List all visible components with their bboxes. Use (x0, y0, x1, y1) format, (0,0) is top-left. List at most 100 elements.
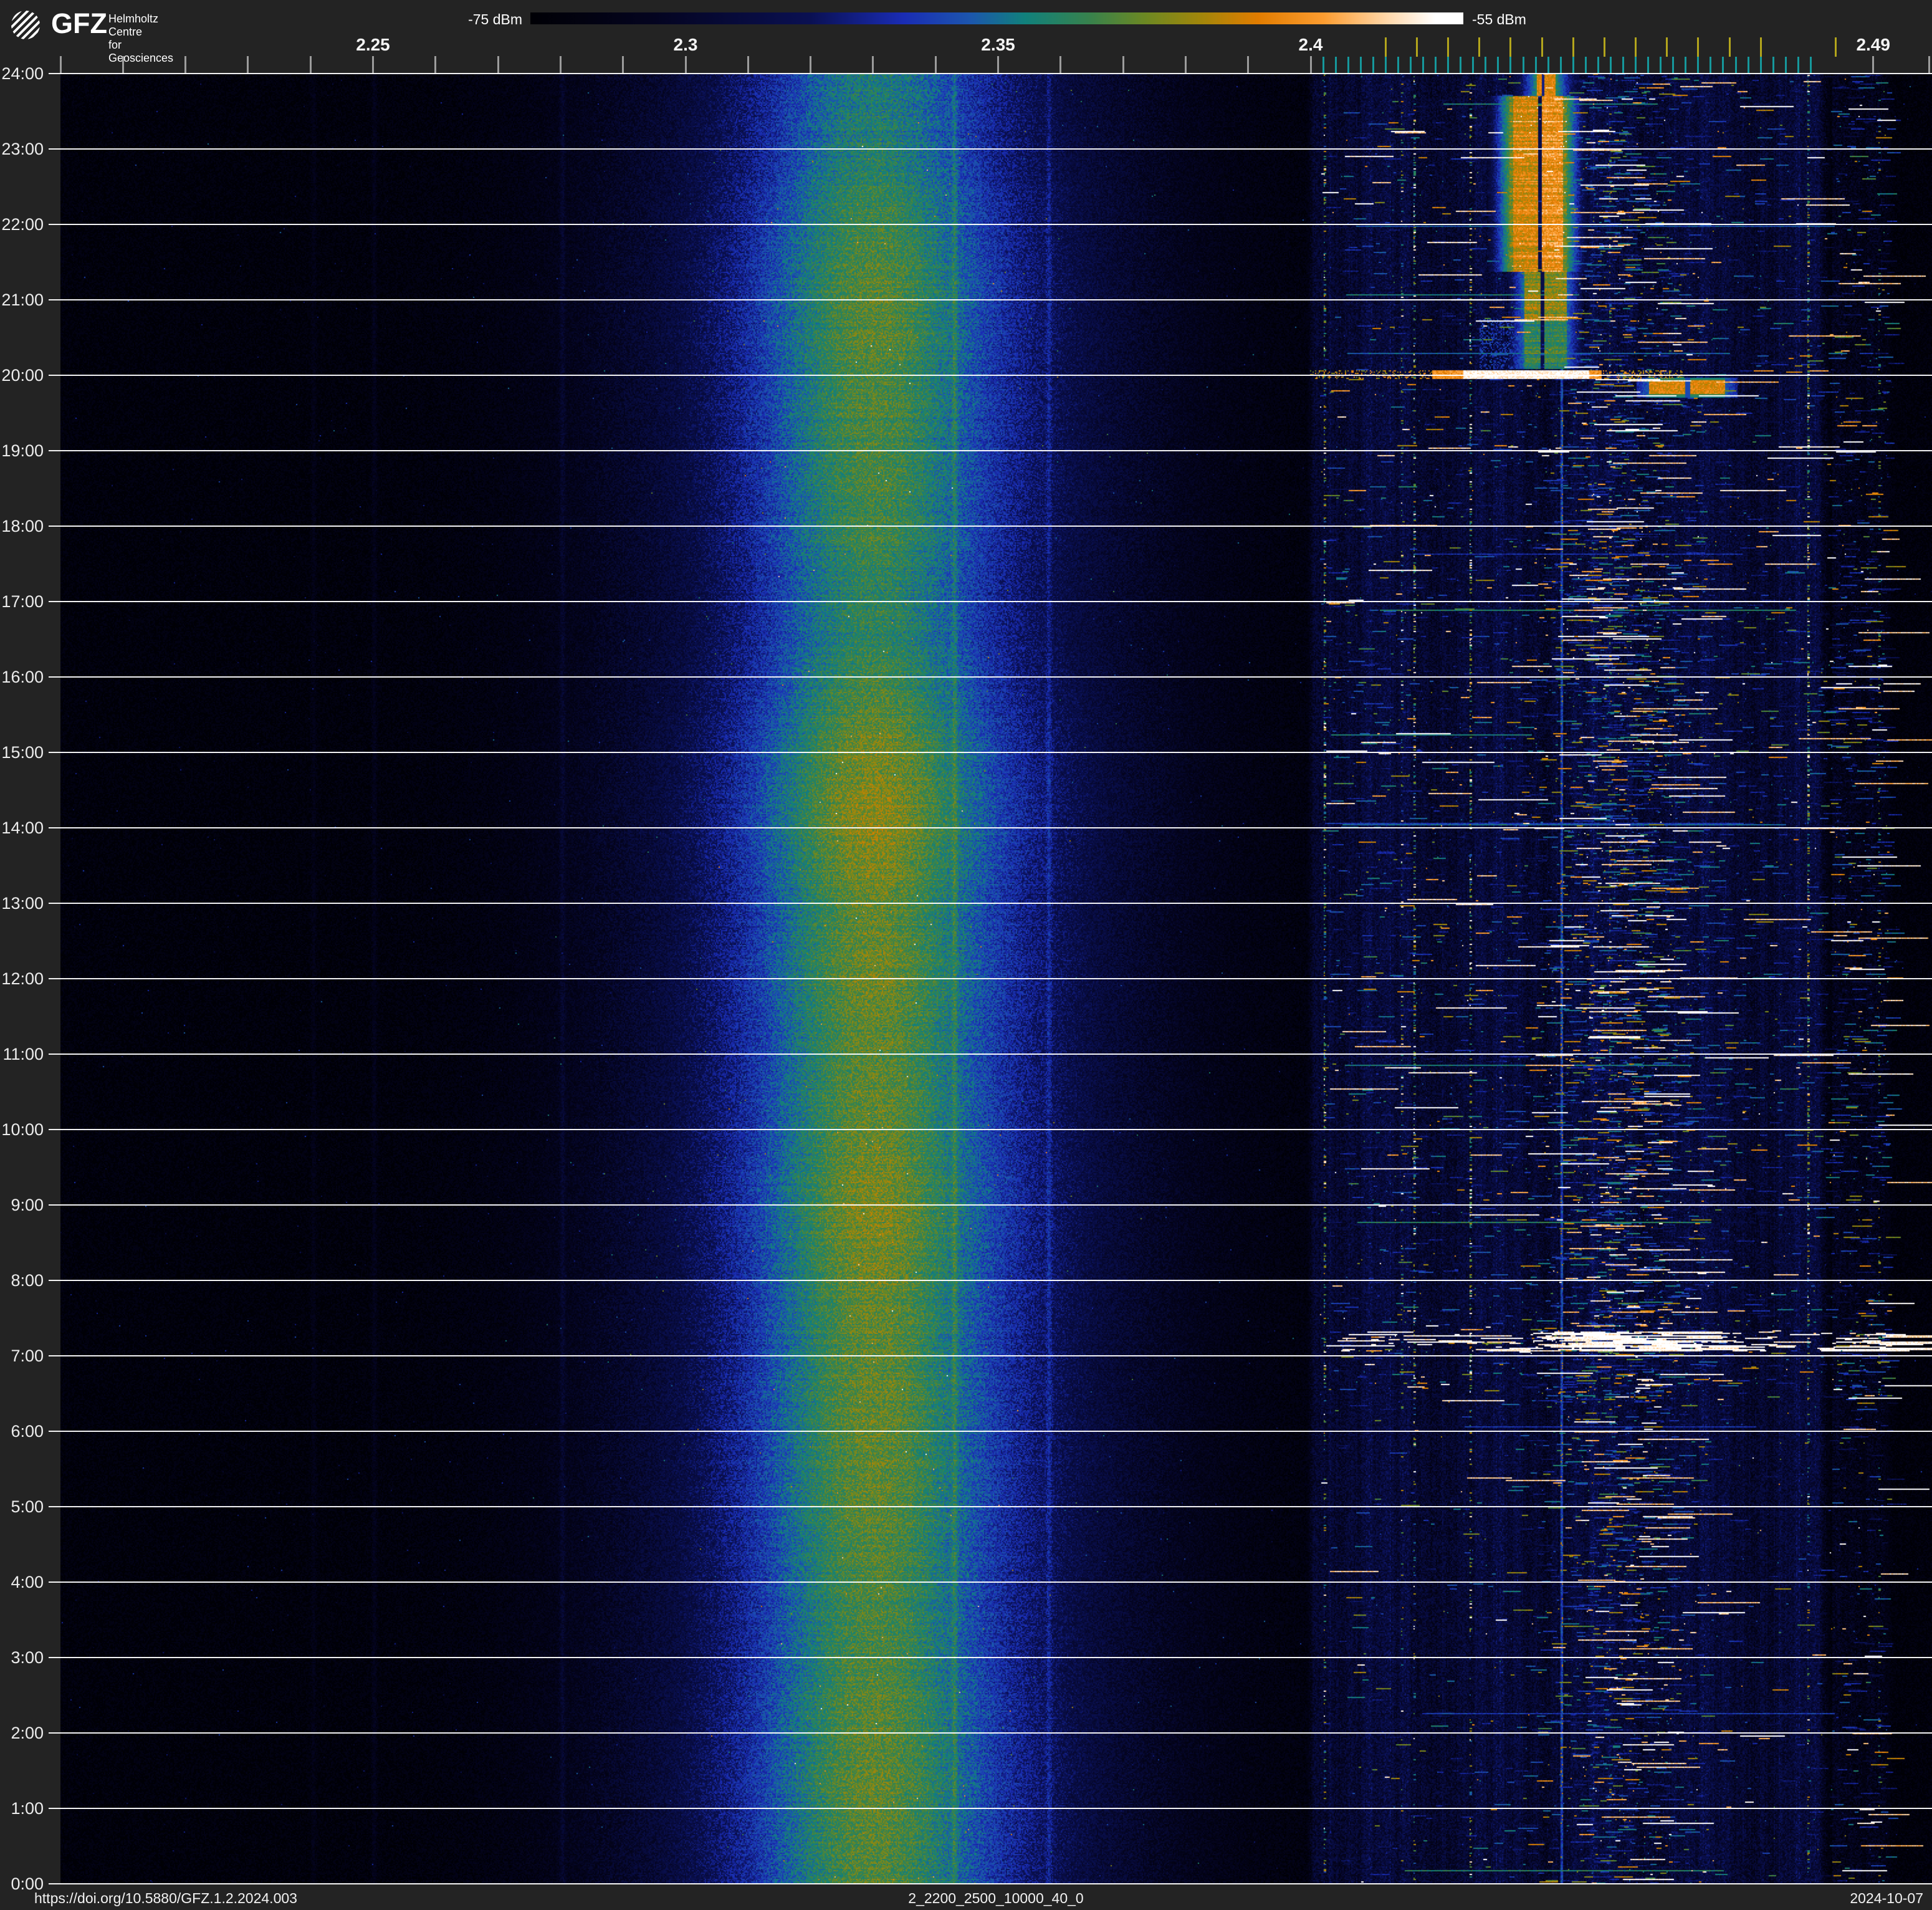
wifi-channel-tick (1728, 37, 1731, 57)
ble-channel-tick (1722, 57, 1724, 74)
ble-channel-tick (1697, 57, 1700, 74)
freq-minor-tick (497, 56, 499, 74)
wifi-channel-tick (1509, 37, 1512, 57)
time-axis-label: 7:00 (11, 1346, 44, 1365)
time-axis-label: 13:00 (1, 894, 44, 913)
ble-channel-tick (1384, 57, 1387, 74)
doi-text: https://doi.org/10.5880/GFZ.1.2.2024.003 (34, 1890, 297, 1906)
ble-channel-tick (1522, 57, 1524, 74)
wifi-channel-tick (1384, 37, 1387, 57)
spectrogram-canvas (60, 74, 1932, 1884)
time-axis-label: 20:00 (1, 366, 44, 385)
ble-channel-tick (1660, 57, 1662, 74)
ble-channel-tick (1647, 57, 1650, 74)
ble-channel-tick (1397, 57, 1399, 74)
freq-axis-label: 2.3 (673, 35, 698, 54)
ble-channel-tick (1597, 57, 1599, 74)
ble-channel-tick (1747, 57, 1749, 74)
freq-minor-tick (1928, 56, 1931, 74)
freq-axis-label: 2.35 (981, 35, 1015, 54)
spectrogram-page: GFZ Helmholtz Centre for Geosciences -75… (0, 0, 1932, 1910)
ble-channel-tick (1472, 57, 1475, 74)
freq-minor-tick (810, 56, 812, 74)
ble-channel-tick (1372, 57, 1374, 74)
freq-minor-tick (184, 56, 187, 74)
time-axis-label: 8:00 (11, 1271, 44, 1290)
time-axis-label: 11:00 (2, 1045, 44, 1063)
freq-minor-tick (434, 56, 437, 74)
wifi-channel-tick (1447, 37, 1450, 57)
ble-channel-tick (1322, 57, 1324, 74)
time-axis-label: 1:00 (11, 1799, 44, 1818)
freq-minor-tick (1059, 56, 1062, 74)
time-axis: 24:00 23:00 22:00 21:00 20:00 19:00 18:00 17:00… (0, 0, 60, 1910)
time-axis-label: 5:00 (11, 1497, 44, 1516)
wifi-channel-tick (1416, 37, 1418, 57)
ble-channel-tick (1809, 57, 1812, 74)
time-axis-label: 22:00 (1, 215, 44, 234)
wifi-channel-tick (1572, 37, 1574, 57)
ble-channel-tick (1509, 57, 1512, 74)
wifi-channel-tick (1603, 37, 1605, 57)
freq-minor-tick (1247, 56, 1250, 74)
ble-channel-tick (1797, 57, 1799, 74)
ble-channel-tick (1334, 57, 1337, 74)
wifi-channel-tick (1835, 37, 1837, 57)
ble-channel-tick (1622, 57, 1624, 74)
ble-channel-tick (1772, 57, 1774, 74)
wifi-channel-tick (1697, 37, 1700, 57)
ble-channel-tick (1497, 57, 1499, 74)
ble-channel-tick (1422, 57, 1425, 74)
freq-axis-label: 2.25 (356, 35, 390, 54)
time-axis-label: 17:00 (1, 592, 44, 611)
wifi-channel-tick (1759, 37, 1762, 57)
ble-channel-tick (1734, 57, 1737, 74)
ble-channel-tick (1447, 57, 1450, 74)
freq-axis-label: 2.49 (1856, 35, 1890, 54)
freq-minor-tick (684, 56, 687, 74)
time-axis-label: 6:00 (11, 1422, 44, 1441)
time-axis-label: 4:00 (11, 1573, 44, 1591)
time-axis-label: 10:00 (1, 1120, 44, 1139)
time-axis-label: 3:00 (11, 1648, 44, 1667)
freq-minor-tick (997, 56, 999, 74)
dataset-id-text: 2_2200_2500_10000_40_0 (908, 1890, 1084, 1906)
ble-channel-tick (1635, 57, 1637, 74)
freq-axis-label: 2.4 (1298, 35, 1323, 54)
wifi-channel-tick (1666, 37, 1668, 57)
ble-channel-tick (1784, 57, 1787, 74)
freq-minor-tick (622, 56, 624, 74)
ble-channel-tick (1409, 57, 1412, 74)
time-axis-label: 24:00 (1, 64, 44, 83)
time-axis-label: 9:00 (11, 1196, 44, 1214)
ble-channel-tick (1559, 57, 1562, 74)
freq-minor-tick (247, 56, 249, 74)
time-axis-label: 12:00 (1, 969, 44, 988)
freq-minor-tick (1872, 56, 1875, 74)
wifi-channel-tick (1635, 37, 1637, 57)
ble-channel-tick (1672, 57, 1675, 74)
ble-channel-tick (1460, 57, 1462, 74)
freq-minor-tick (934, 56, 937, 74)
time-axis-label: 19:00 (1, 441, 44, 460)
wifi-channel-tick (1541, 37, 1543, 57)
time-axis-label: 23:00 (1, 140, 44, 158)
time-axis-label: 21:00 (1, 290, 44, 309)
ble-channel-tick (1759, 57, 1762, 74)
freq-minor-tick (1122, 56, 1124, 74)
time-axis-label: 2:00 (11, 1724, 44, 1742)
time-axis-label: 16:00 (1, 668, 44, 686)
time-axis-label: 18:00 (1, 517, 44, 535)
ble-channel-tick (1359, 57, 1362, 74)
freq-minor-tick (1309, 56, 1312, 74)
freq-minor-tick (309, 56, 312, 74)
ble-channel-tick (1547, 57, 1549, 74)
freq-minor-tick (372, 56, 374, 74)
ble-channel-tick (1347, 57, 1349, 74)
ble-channel-tick (1710, 57, 1712, 74)
freq-minor-tick (872, 56, 874, 74)
ble-channel-tick (1534, 57, 1537, 74)
ble-channel-tick (1572, 57, 1574, 74)
ble-channel-tick (1485, 57, 1487, 74)
freq-minor-tick (559, 56, 562, 74)
